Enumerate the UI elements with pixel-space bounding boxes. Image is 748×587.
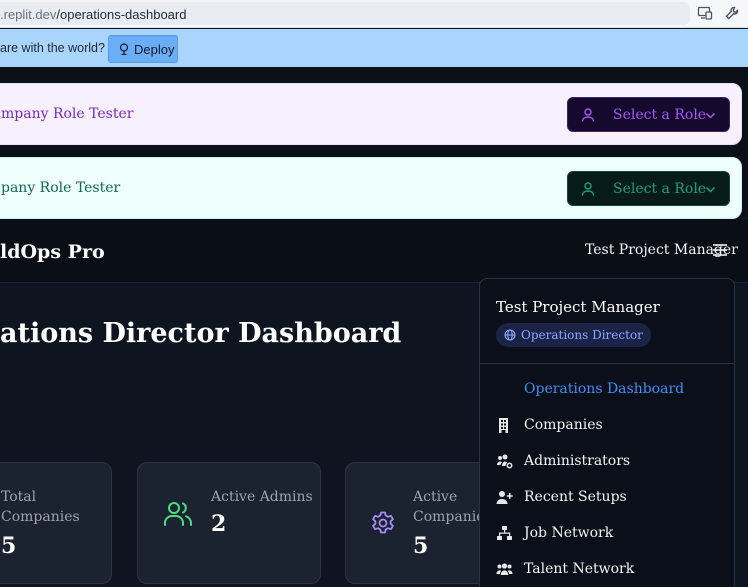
- menu-item-label: Talent Network: [524, 561, 635, 577]
- menu-item-job-network[interactable]: Job Network: [496, 519, 726, 547]
- url-path: /operations-dashboard: [56, 7, 187, 22]
- address-field[interactable]: .replit.dev/operations-dashboard: [0, 2, 690, 25]
- role-tester-label: pany Role Tester: [1, 180, 121, 196]
- stat-card-active-admins: Active Admins 2: [137, 462, 321, 584]
- stat-card-total-companies: Total Companies 5: [0, 462, 112, 584]
- user-icon: [581, 107, 595, 122]
- dropdown-user-name: Test Project Manager: [496, 298, 660, 316]
- role-badge: Operations Director: [496, 323, 651, 347]
- stat-value: 5: [413, 533, 429, 559]
- menu-item-administrators[interactable]: Administrators: [496, 447, 726, 475]
- role-tester-card: pany Role Tester Select a Role: [0, 157, 742, 219]
- menu-item-label: Operations Dashboard: [524, 381, 685, 397]
- menu-item-label: Administrators: [524, 453, 631, 469]
- menu-icon[interactable]: [711, 241, 729, 259]
- banner-text: are with the world?: [0, 41, 105, 55]
- page-title: ations Director Dashboard: [0, 318, 402, 349]
- deploy-label: Deploy: [134, 41, 175, 57]
- role-select-placeholder: Select a Role: [613, 106, 707, 123]
- network-icon: [497, 525, 512, 540]
- menu-item-companies[interactable]: Companies: [496, 411, 726, 439]
- role-select[interactable]: Select a Role: [567, 171, 730, 206]
- user-dropdown-menu: Test Project Manager Operations Director…: [479, 278, 735, 587]
- menu-item-label: Companies: [524, 417, 603, 433]
- divider: [480, 363, 734, 364]
- menu-item-talent-network[interactable]: Talent Network: [496, 555, 726, 583]
- app-header: ldOps Pro Test Project Manager: [0, 219, 748, 283]
- users-cog-icon: [497, 454, 513, 468]
- building-icon: [499, 417, 508, 433]
- menu-item-label: Recent Setups: [524, 489, 627, 505]
- users-icon: [164, 502, 192, 526]
- stat-label: Active Admins: [211, 489, 313, 505]
- role-select-placeholder: Select a Role: [613, 180, 707, 197]
- users-icon: [496, 562, 513, 575]
- url-host: .replit.dev: [0, 7, 57, 22]
- role-tester-card: mpany Role Tester Select a Role: [0, 83, 742, 145]
- stat-label: Total Companies: [1, 487, 80, 527]
- globe-icon: [504, 329, 516, 341]
- stat-value: 5: [1, 533, 17, 559]
- menu-item-label: Job Network: [524, 525, 614, 541]
- deploy-button[interactable]: Deploy: [108, 35, 178, 63]
- stat-value: 2: [211, 511, 227, 537]
- deploy-icon: [119, 43, 129, 55]
- url-text[interactable]: .replit.dev/operations-dashboard: [0, 7, 186, 22]
- user-icon: [581, 181, 595, 196]
- wrench-icon[interactable]: [724, 5, 740, 21]
- gear-icon: [372, 511, 394, 534]
- role-tester-label: mpany Role Tester: [1, 106, 134, 122]
- role-select[interactable]: Select a Role: [567, 97, 730, 132]
- user-plus-icon: [496, 490, 513, 504]
- chevron-down-icon: [705, 186, 716, 193]
- cast-icon[interactable]: [697, 5, 713, 21]
- role-badge-label: Operations Director: [521, 328, 643, 342]
- menu-item-operations-dashboard[interactable]: Operations Dashboard: [496, 375, 726, 403]
- chevron-down-icon: [705, 112, 716, 119]
- brand-logo-text[interactable]: ldOps Pro: [0, 241, 105, 263]
- stat-label-line: Total: [1, 489, 37, 505]
- stat-label-line: Companies: [1, 509, 80, 525]
- menu-item-recent-setups[interactable]: Recent Setups: [496, 483, 726, 511]
- browser-url-bar: .replit.dev/operations-dashboard: [0, 0, 748, 28]
